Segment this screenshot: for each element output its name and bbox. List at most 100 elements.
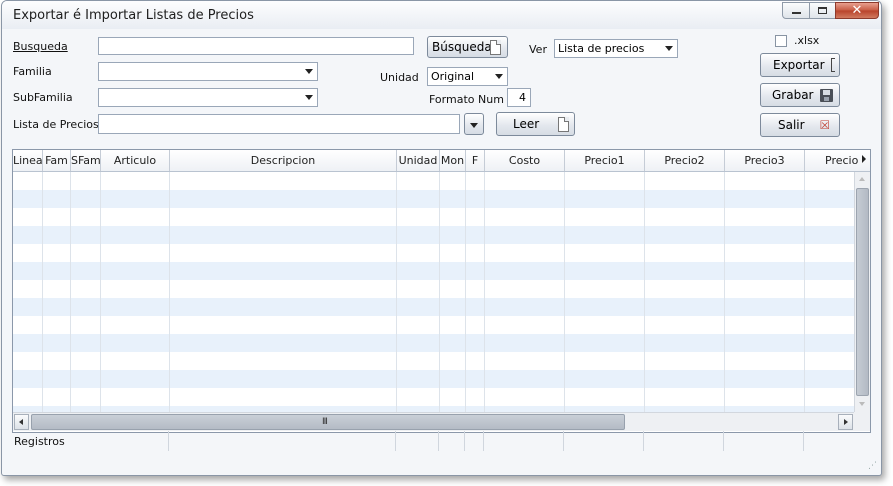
window-title: Exportar é Importar Listas de Precios	[13, 8, 254, 23]
table-row[interactable]	[13, 352, 854, 370]
column-header-linea[interactable]: Linea	[13, 150, 43, 171]
familia-select[interactable]	[98, 62, 318, 81]
footer-cell	[564, 431, 644, 451]
table-row[interactable]	[13, 172, 854, 190]
footer-cell	[724, 431, 804, 451]
footer-cell	[439, 431, 465, 451]
column-header-fam[interactable]: Fam	[43, 150, 71, 171]
column-header-mon[interactable]: Mon	[440, 150, 466, 171]
footer-cell	[169, 431, 396, 451]
salir-button[interactable]: Salir ⮽	[760, 113, 840, 137]
maximize-button[interactable]	[809, 2, 836, 19]
column-header-costo[interactable]: Costo	[485, 150, 565, 171]
table-row[interactable]	[13, 280, 854, 298]
subfamilia-label: SubFamilia	[13, 91, 73, 104]
minimize-button[interactable]	[782, 2, 810, 19]
column-header-precio2[interactable]: Precio2	[645, 150, 725, 171]
column-divider	[70, 172, 71, 412]
xlsx-label: .xlsx	[794, 34, 820, 47]
column-divider	[465, 172, 466, 412]
column-divider	[42, 172, 43, 412]
lista-precios-dropdown-button[interactable]	[464, 113, 484, 135]
table-row[interactable]	[13, 208, 854, 226]
resize-grip-icon[interactable]: ⋰	[868, 461, 877, 471]
unidad-select[interactable]: Original	[427, 67, 508, 86]
column-header-unidad[interactable]: Unidad	[397, 150, 440, 171]
column-header-precio1[interactable]: Precio1	[565, 150, 645, 171]
column-divider	[564, 172, 565, 412]
column-header-articulo[interactable]: Articulo	[101, 150, 170, 171]
table-row[interactable]	[13, 298, 854, 316]
table-row[interactable]	[13, 388, 854, 406]
column-divider	[100, 172, 101, 412]
column-divider	[439, 172, 440, 412]
column-header-precio4-label: Precio	[825, 154, 859, 167]
scrollbar-corner	[854, 412, 870, 431]
scroll-up-icon[interactable]	[859, 177, 865, 181]
subfamilia-select[interactable]	[98, 88, 318, 107]
column-header-precio4[interactable]: Precio	[805, 150, 870, 171]
close-icon: ✕	[851, 3, 863, 18]
ver-label: Ver	[529, 43, 547, 56]
grid-footer: Registros	[12, 431, 869, 451]
grid-header: Linea Fam SFam Articulo Descripcion Unid…	[13, 150, 870, 172]
formato-num-input[interactable]: 4	[507, 88, 531, 107]
table-row[interactable]	[13, 370, 854, 388]
scroll-left-button[interactable]	[14, 414, 29, 430]
column-header-descripcion[interactable]: Descripcion	[170, 150, 397, 171]
column-header-f[interactable]: F	[466, 150, 485, 171]
footer-cell	[644, 431, 724, 451]
column-header-precio3[interactable]: Precio3	[725, 150, 805, 171]
title-bar: Exportar é Importar Listas de Precios ✕	[2, 1, 881, 29]
busqueda-label: Busqueda	[13, 40, 68, 53]
ver-select[interactable]: Lista de precios	[554, 39, 678, 58]
grabar-button[interactable]: Grabar	[760, 83, 840, 107]
maximize-icon	[818, 7, 827, 14]
scroll-grip-icon: III	[322, 417, 328, 427]
table-row[interactable]	[13, 262, 854, 280]
leer-button-label: Leer	[513, 117, 540, 131]
table-row[interactable]	[13, 316, 854, 334]
table-row[interactable]	[13, 190, 854, 208]
busqueda-input[interactable]	[98, 37, 414, 55]
lista-precios-label: Lista de Precios	[13, 118, 99, 131]
chevron-down-icon	[495, 74, 503, 79]
unidad-label: Unidad	[380, 71, 419, 84]
horizontal-scrollbar[interactable]: III	[13, 412, 854, 431]
column-divider	[169, 172, 170, 412]
scroll-down-icon[interactable]	[859, 402, 865, 406]
vertical-scrollbar[interactable]	[854, 172, 870, 412]
grid-body[interactable]	[13, 172, 854, 412]
xlsx-checkbox[interactable]	[775, 35, 787, 47]
familia-label: Familia	[13, 65, 52, 78]
exportar-button-label: Exportar	[773, 58, 825, 72]
busqueda-button-label: Búsqueda	[432, 40, 492, 54]
table-row[interactable]	[13, 244, 854, 262]
lista-precios-input[interactable]	[98, 114, 460, 134]
price-list-grid[interactable]: Linea Fam SFam Articulo Descripcion Unid…	[12, 149, 871, 433]
column-divider	[724, 172, 725, 412]
horizontal-scroll-thumb[interactable]: III	[31, 414, 625, 430]
close-button[interactable]: ✕	[835, 2, 879, 19]
leer-button[interactable]: Leer	[496, 112, 575, 136]
column-divider	[484, 172, 485, 412]
chevron-down-icon	[305, 95, 313, 100]
vertical-scroll-thumb[interactable]	[856, 188, 869, 396]
table-row[interactable]	[13, 226, 854, 244]
column-divider	[644, 172, 645, 412]
salir-button-label: Salir	[778, 118, 805, 132]
table-row[interactable]	[13, 334, 854, 352]
busqueda-button[interactable]: Búsqueda	[427, 36, 508, 58]
scroll-right-button[interactable]	[838, 414, 853, 430]
ver-value: Lista de precios	[558, 42, 645, 55]
main-window: Exportar é Importar Listas de Precios ✕ …	[1, 0, 882, 476]
unidad-value: Original	[431, 70, 475, 83]
column-divider	[396, 172, 397, 412]
formato-num-label: Formato Num	[429, 93, 504, 106]
exportar-button[interactable]: Exportar	[760, 53, 840, 77]
chevron-down-icon	[665, 46, 673, 51]
column-header-sfam[interactable]: SFam	[71, 150, 101, 171]
exit-icon: ⮽	[820, 118, 830, 132]
grabar-button-label: Grabar	[772, 88, 814, 102]
footer-cell: Registros	[12, 431, 169, 451]
